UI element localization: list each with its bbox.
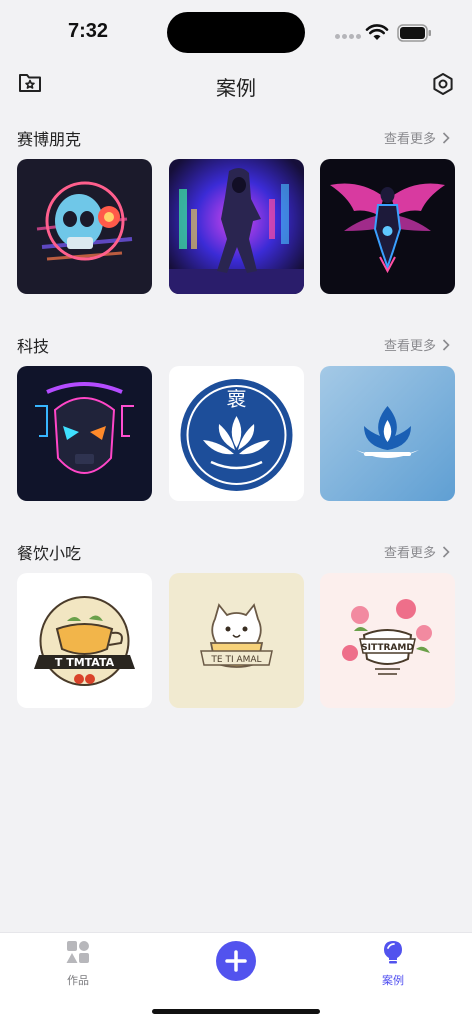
view-more-link[interactable]: 查看更多 (384, 542, 450, 561)
logo-text: SITTRAMD (361, 643, 414, 653)
dynamic-island (167, 12, 305, 53)
case-card-hooded[interactable] (169, 159, 304, 294)
badge-text: T TMTATA (55, 656, 115, 669)
section-food: 餐饮小吃 查看更多 T TMTATA TE TI AMAL SITTRAMD (0, 536, 472, 708)
case-card-floral[interactable]: SITTRAMD (320, 573, 455, 708)
tab-works[interactable]: 作品 (38, 939, 118, 988)
home-indicator (152, 1009, 320, 1014)
section-title: 科技 (17, 337, 50, 356)
chevron-right-icon (442, 545, 450, 558)
plus-icon (225, 950, 247, 972)
tab-cases-label: 案例 (382, 974, 404, 987)
navigation-bar: 案例 (0, 62, 472, 106)
section-technology: 科技 查看更多 褱 (0, 329, 472, 501)
case-card-skull[interactable] (17, 159, 152, 294)
case-card-winged[interactable] (320, 159, 455, 294)
status-bar: 7:32 (0, 0, 472, 62)
logo-text: TE TI AMAL (210, 655, 261, 665)
section-cyberpunk: 赛博朋克 查看更多 (0, 122, 472, 294)
case-card-flame[interactable] (320, 366, 455, 501)
section-title: 餐饮小吃 (17, 544, 82, 563)
cellular-signal-icon (335, 34, 361, 40)
tab-works-label: 作品 (67, 974, 89, 987)
settings-icon[interactable] (430, 71, 456, 97)
battery-icon (397, 24, 431, 42)
section-title: 赛博朋克 (17, 130, 82, 149)
lightbulb-icon (384, 941, 402, 964)
wifi-icon (365, 24, 389, 40)
view-more-link[interactable]: 查看更多 (384, 128, 450, 147)
grid-shapes-icon (66, 941, 89, 963)
lotus-emblem-image: 褱 (169, 366, 304, 501)
case-card-cat[interactable]: TE TI AMAL (169, 573, 304, 708)
emblem-glyph: 褱 (227, 387, 247, 411)
chevron-right-icon (442, 338, 450, 351)
case-card-robot[interactable] (17, 366, 152, 501)
status-time: 7:32 (68, 20, 109, 42)
robot-head-image (17, 366, 152, 501)
case-card-lotus[interactable]: 褱 (169, 366, 304, 501)
cat-cup-logo-image: TE TI AMAL (169, 573, 304, 708)
winged-silhouette-image (320, 159, 455, 294)
page-title: 案例 (216, 76, 256, 100)
floral-teapot-image: SITTRAMD (320, 573, 455, 708)
chevron-right-icon (442, 131, 450, 144)
add-button[interactable] (216, 941, 256, 981)
view-more-link[interactable]: 查看更多 (384, 335, 450, 354)
skull-headphones-image (17, 159, 152, 294)
hooded-figure-image (169, 159, 304, 294)
tab-cases[interactable]: 案例 (353, 939, 433, 988)
case-card-teapot[interactable]: T TMTATA (17, 573, 152, 708)
blue-flame-logo-image (320, 366, 455, 501)
teapot-badge-image: T TMTATA (17, 573, 152, 708)
